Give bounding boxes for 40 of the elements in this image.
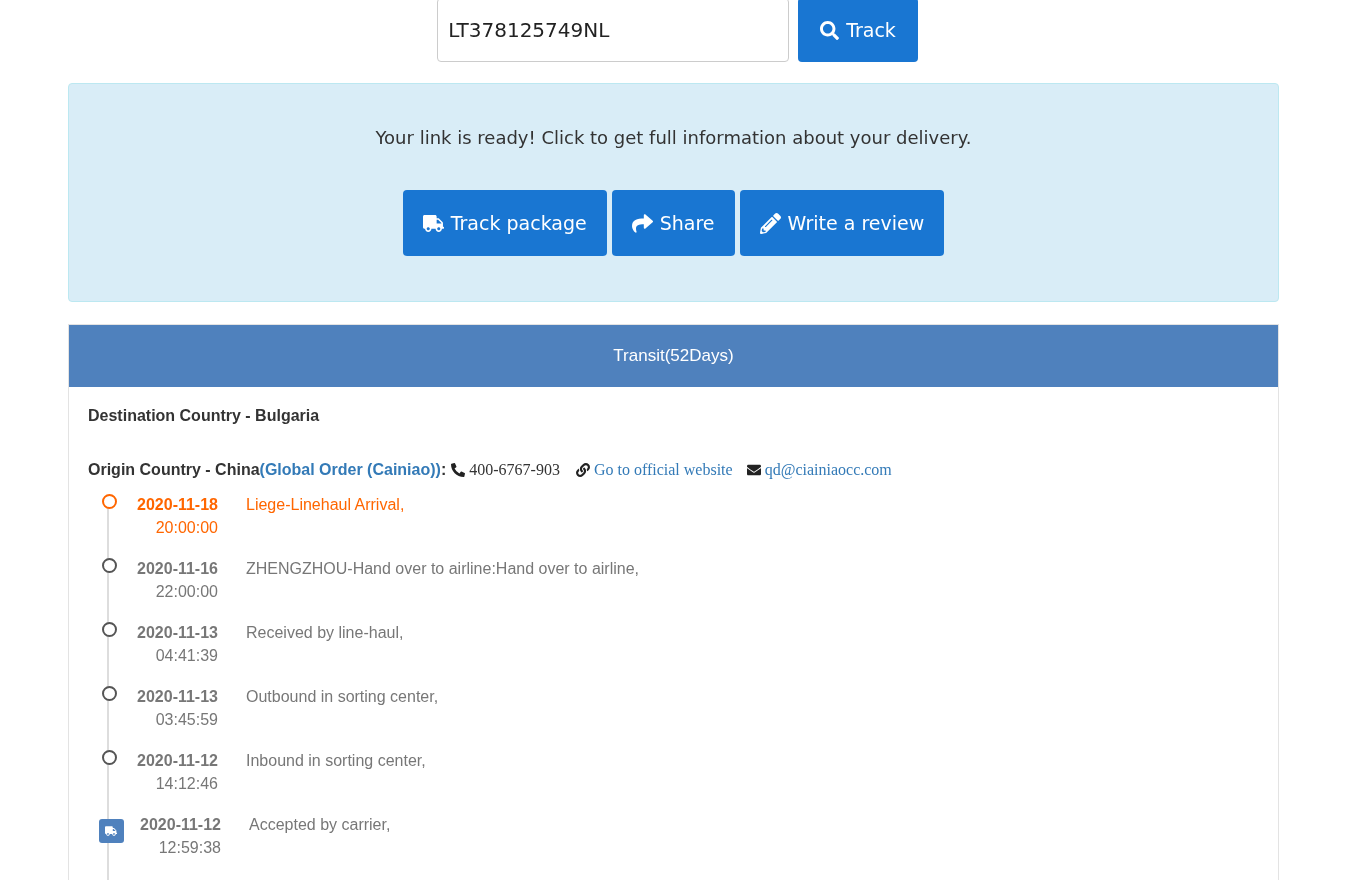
email-link[interactable]: qd@ciainiaocc.com [764,461,892,479]
tracking-number-field[interactable]: LT378125749NL [437,0,790,62]
colon: : [440,461,447,479]
event-date: 2020-11-16 [137,559,218,579]
event-date: 2020-11-13 [137,687,218,707]
event-date: 2020-11-12 [140,815,221,835]
write-review-button[interactable]: Write a review [739,190,945,256]
email-icon [746,463,761,477]
truck-icon [98,819,124,843]
website-link[interactable]: Go to official website [593,461,733,479]
share-button[interactable]: Share [611,190,735,256]
phone-icon [451,463,466,477]
event-description: ZHENGZHOU-Hand over to airline:Hand over to airline, [246,559,640,579]
link-icon [575,463,590,477]
pencil-icon [759,212,781,234]
event-description: Liege-Linehaul Arrival, [246,495,405,515]
carrier-name: (Global Order (Cainiao)) [259,461,441,479]
event-time: 04:41:39 [155,646,218,666]
event-date: 2020-11-12 [137,751,218,771]
notice-message: Your link is ready! Click to get full information about your delivery. [375,127,972,148]
transit-title: Transit(52Days) [613,346,734,366]
event-time: 12:59:38 [158,838,221,858]
share-icon [631,212,653,234]
event-description: Inbound in sorting center, [246,751,426,771]
event-description: Accepted by carrier, [249,815,391,835]
origin-country: Origin Country - China [88,461,260,479]
event-time: 20:00:00 [155,518,218,538]
phone-number: 400-6767-903 [469,461,560,479]
event-description: Outbound in sorting center, [246,687,439,707]
event-time: 03:45:59 [155,710,218,730]
event-time: 14:12:46 [155,774,218,794]
destination-country: Destination Country - Bulgaria [88,407,321,425]
event-time: 22:00:00 [155,582,218,602]
track-package-button[interactable]: Track package [402,190,607,256]
event-date: 2020-11-13 [137,623,218,643]
search-icon [820,20,840,40]
truck-icon [422,212,444,234]
event-date: 2020-11-18 [137,495,218,515]
track-button[interactable]: Track [798,0,918,62]
event-description: Received by line-haul, [246,623,404,643]
